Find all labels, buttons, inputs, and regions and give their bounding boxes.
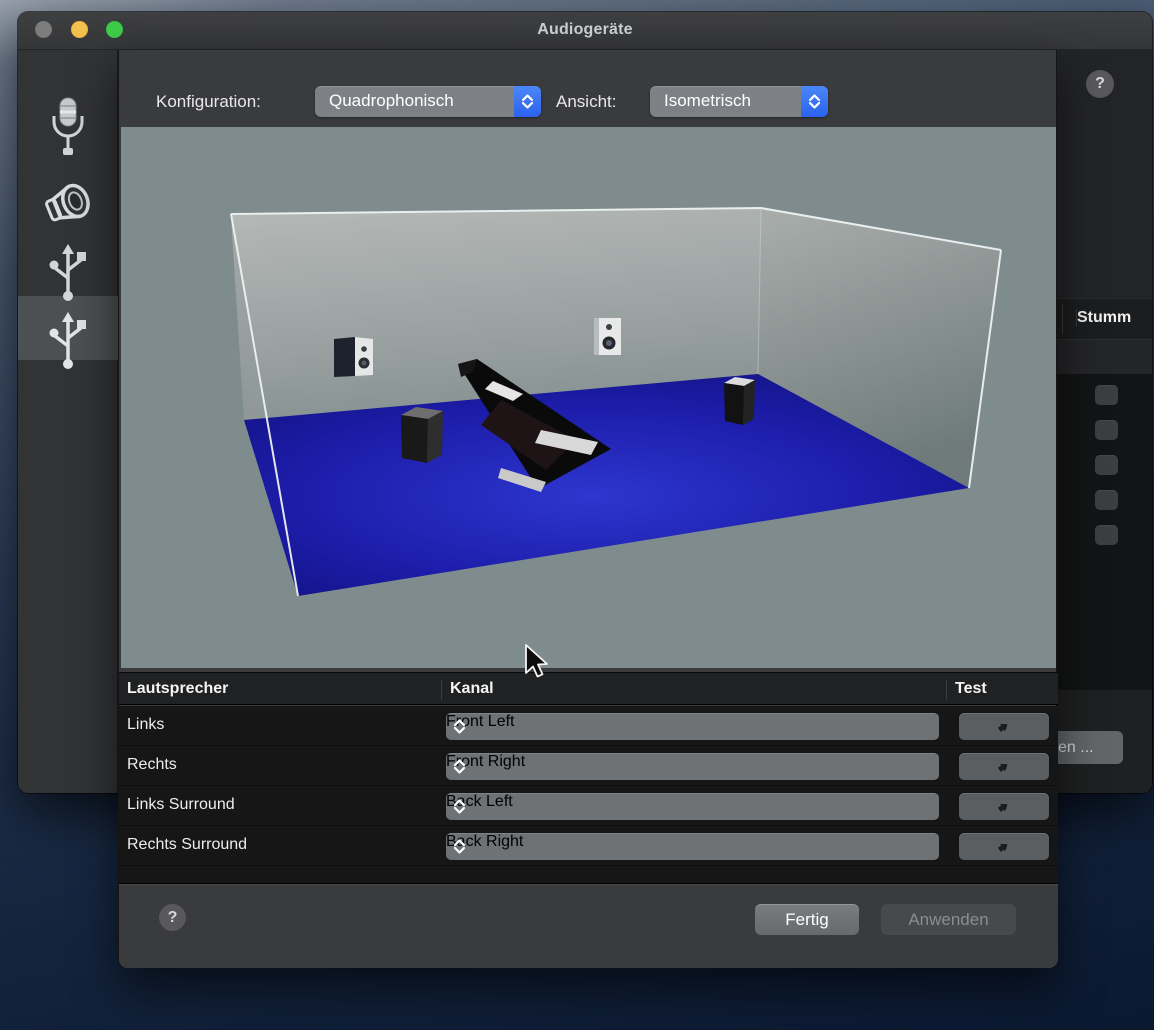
mute-checkbox-column bbox=[1057, 374, 1152, 690]
sheet-footer: ? Fertig Anwenden bbox=[119, 883, 1058, 968]
popup-stepper bbox=[514, 86, 541, 117]
mute-checkbox[interactable] bbox=[1095, 385, 1118, 405]
speaker-name: Links bbox=[127, 716, 164, 734]
column-divider bbox=[1062, 304, 1063, 334]
speaker-table-header: Lautsprecher Kanal Test bbox=[119, 672, 1058, 705]
configuration-label: Konfiguration: bbox=[156, 92, 261, 112]
column-header-speaker: Lautsprecher bbox=[127, 680, 228, 698]
chevron-up-down-icon bbox=[805, 92, 824, 111]
speaker-test-icon bbox=[996, 718, 1012, 734]
mute-column-header: Stumm bbox=[1057, 298, 1152, 340]
speaker-name: Rechts bbox=[127, 756, 177, 774]
table-row: Links Front Left bbox=[119, 706, 1058, 746]
window-title: Audiogeräte bbox=[18, 21, 1152, 39]
channel-popup[interactable]: Back Left bbox=[446, 793, 939, 820]
mute-checkbox[interactable] bbox=[1095, 455, 1118, 475]
help-icon[interactable]: ? bbox=[159, 904, 186, 931]
usb-icon[interactable] bbox=[18, 242, 118, 309]
mute-checkbox[interactable] bbox=[1095, 490, 1118, 510]
room-3d-render bbox=[121, 127, 1056, 668]
speaker-configuration-sheet: Konfiguration: Quadrophonisch Ansicht: I… bbox=[118, 50, 1057, 968]
chevron-up-down-icon bbox=[450, 717, 469, 736]
column-header-test: Test bbox=[946, 680, 987, 700]
test-speaker-button[interactable] bbox=[959, 713, 1049, 740]
speaker-name: Rechts Surround bbox=[127, 836, 247, 854]
usb-icon-selected[interactable] bbox=[18, 310, 118, 377]
view-value: Isometrisch bbox=[664, 91, 751, 111]
desktop: Audiogeräte bbox=[0, 0, 1154, 1030]
room-3d-viewport[interactable] bbox=[121, 127, 1056, 668]
speaker-name: Links Surround bbox=[127, 796, 235, 814]
channel-popup[interactable]: Front Right bbox=[446, 753, 939, 780]
view-popup[interactable]: Isometrisch bbox=[650, 86, 828, 117]
speaker-icon[interactable] bbox=[18, 174, 118, 241]
channel-popup[interactable]: Back Right bbox=[446, 833, 939, 860]
apply-button[interactable]: Anwenden bbox=[881, 904, 1016, 935]
mute-checkbox[interactable] bbox=[1095, 525, 1118, 545]
test-speaker-button[interactable] bbox=[959, 793, 1049, 820]
configuration-popup[interactable]: Quadrophonisch bbox=[315, 86, 541, 117]
table-subheader-band bbox=[1057, 341, 1152, 374]
test-speaker-button[interactable] bbox=[959, 753, 1049, 780]
configuration-value: Quadrophonisch bbox=[329, 91, 454, 111]
speaker-table: Links Front Left Re bbox=[119, 706, 1058, 883]
chevron-up-down-icon bbox=[450, 757, 469, 776]
microphone-icon[interactable] bbox=[18, 96, 118, 167]
mouse-cursor bbox=[524, 644, 550, 682]
view-label: Ansicht: bbox=[556, 92, 616, 112]
speaker-front-left-3d bbox=[334, 337, 373, 377]
chevron-up-down-icon bbox=[518, 92, 537, 111]
channel-popup[interactable]: Front Left bbox=[446, 713, 939, 740]
help-icon[interactable]: ? bbox=[1086, 70, 1114, 98]
speaker-test-icon bbox=[996, 798, 1012, 814]
speaker-test-icon bbox=[996, 838, 1012, 854]
table-row: Rechts Surround Back Right bbox=[119, 826, 1058, 866]
chevron-up-down-icon bbox=[450, 837, 469, 856]
mute-header-label: Stumm bbox=[1076, 309, 1131, 327]
speaker-rear-left-3d bbox=[401, 407, 443, 463]
speaker-front-right-3d bbox=[594, 318, 621, 355]
column-header-channel: Kanal bbox=[441, 680, 494, 700]
speaker-rear-right-3d bbox=[724, 377, 755, 425]
popup-stepper bbox=[801, 86, 828, 117]
device-sidebar: + − bbox=[18, 50, 118, 793]
table-row: Links Surround Back Left bbox=[119, 786, 1058, 826]
mute-checkbox[interactable] bbox=[1095, 420, 1118, 440]
speaker-test-icon bbox=[996, 758, 1012, 774]
done-button[interactable]: Fertig bbox=[755, 904, 859, 935]
table-row: Rechts Front Right bbox=[119, 746, 1058, 786]
chevron-up-down-icon bbox=[450, 797, 469, 816]
titlebar[interactable]: Audiogeräte bbox=[18, 12, 1152, 50]
test-speaker-button[interactable] bbox=[959, 833, 1049, 860]
